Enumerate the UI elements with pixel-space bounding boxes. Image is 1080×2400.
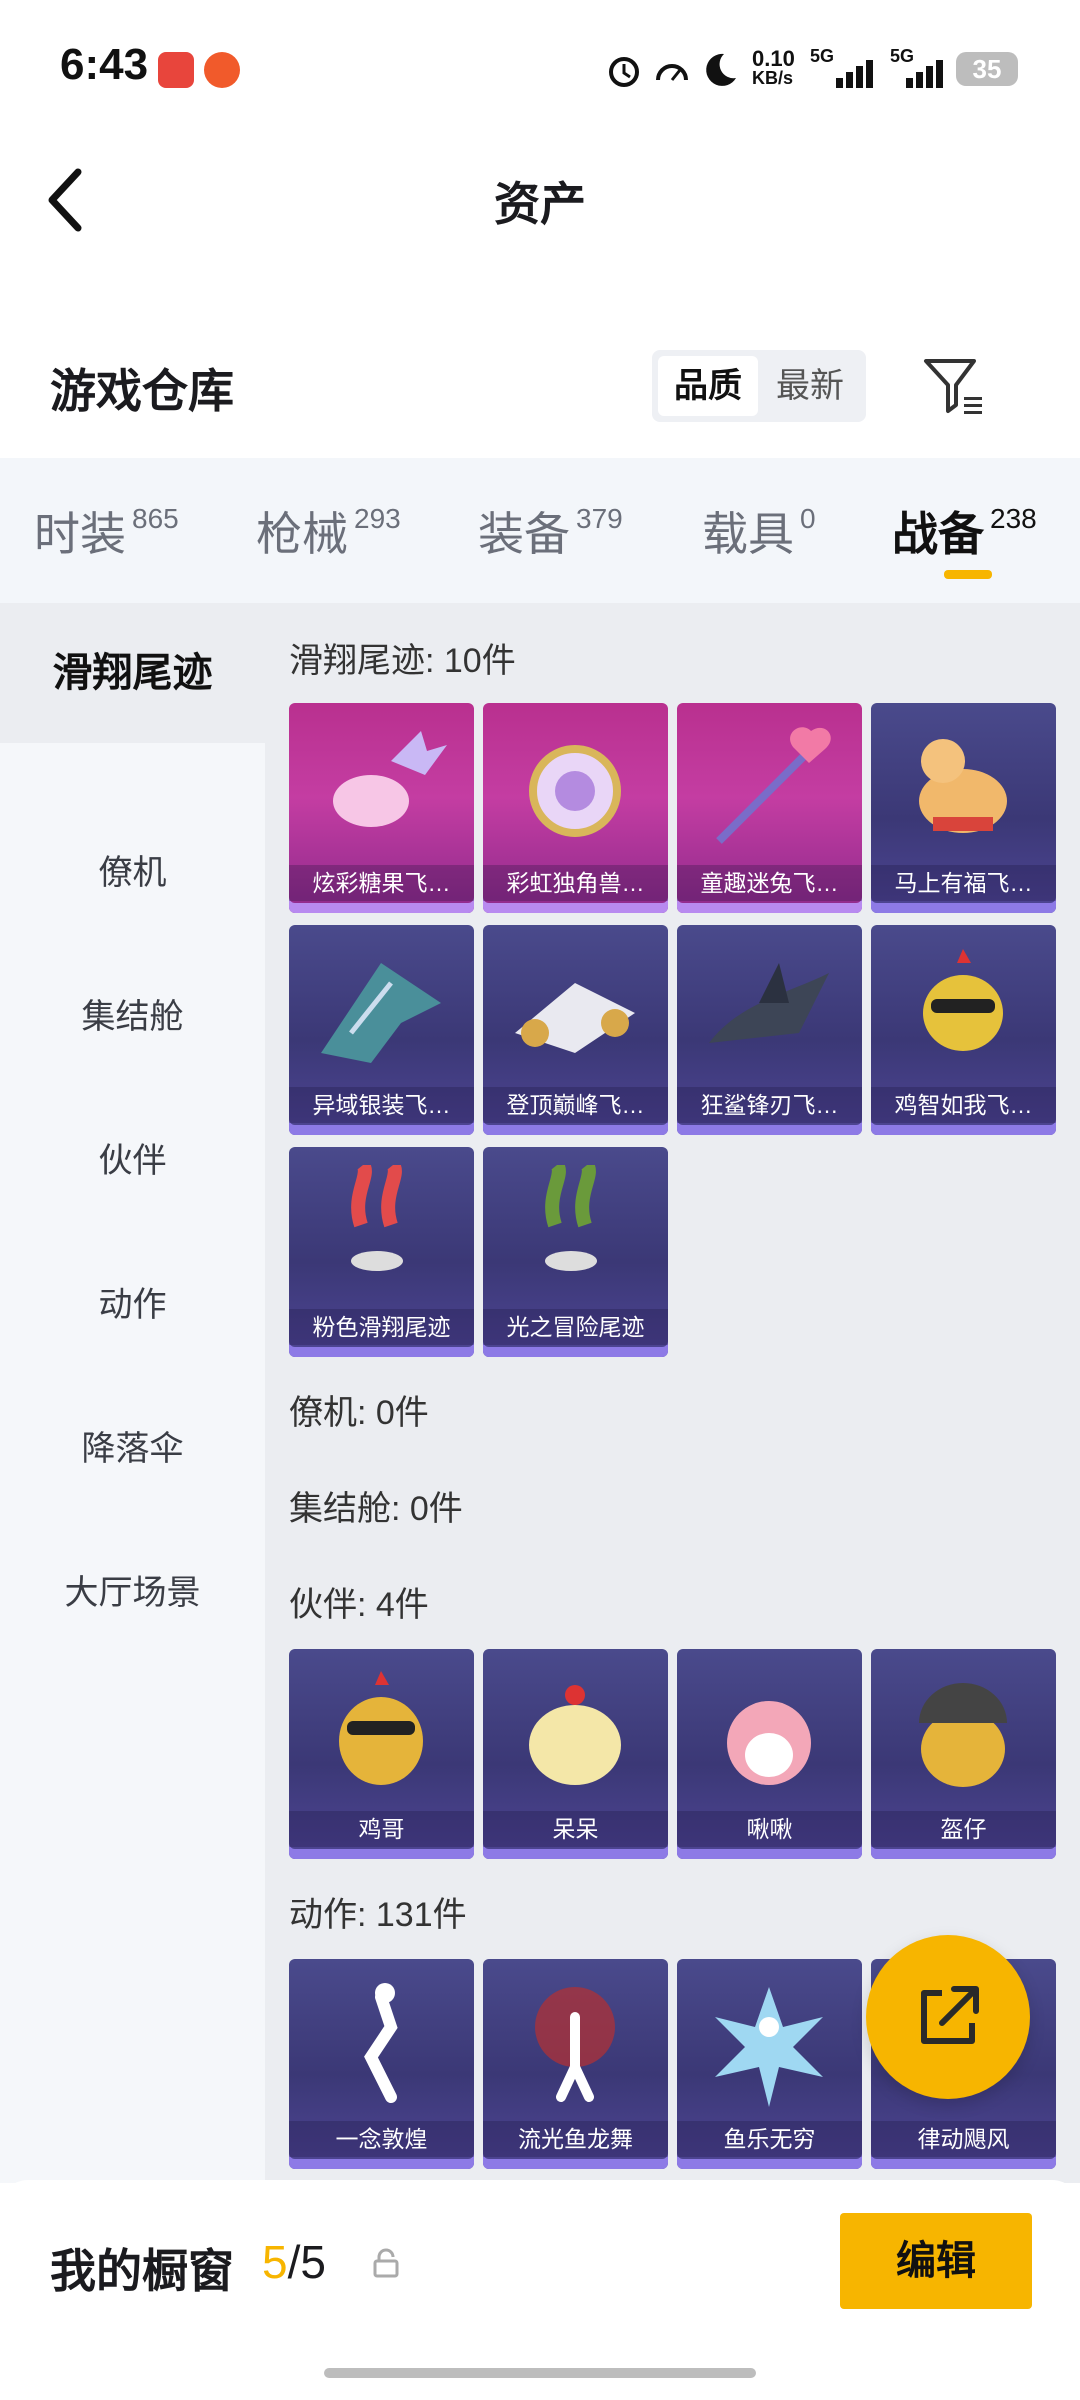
tab-war-prep[interactable]: 战备 238 (892, 498, 1037, 564)
item-card[interactable]: 鱼乐无穷 (677, 1959, 862, 2169)
category-tabs: 时装 865 枪械 293 装备 379 载具 0 战备 238 (0, 458, 1080, 603)
section-title-pod: 集结舱: 0件 (289, 1490, 463, 1528)
chick-partner-icon (529, 1685, 621, 1785)
item-name: 一念敦煌 (289, 2121, 474, 2157)
status-time: 6:43 (60, 40, 149, 89)
game-notification-icon (204, 52, 240, 88)
section-title-glide: 滑翔尾迹: 10件 (289, 642, 516, 680)
wand-glider-icon (716, 727, 831, 844)
section-title-wingman: 僚机: 0件 (289, 1394, 429, 1432)
sidebar-item-emote[interactable]: 动作 (0, 1255, 265, 1355)
item-card[interactable]: 童趣迷兔飞… (677, 703, 862, 913)
sort-toggle: 品质 最新 (652, 350, 866, 422)
item-card[interactable]: 啾啾 (677, 1649, 862, 1859)
chicken-partner-icon (339, 1671, 423, 1785)
sidebar-item-partner[interactable]: 伙伴 (0, 1111, 265, 1211)
sidebar-item-pod[interactable]: 集结舱 (0, 967, 265, 1067)
tab-vehicles[interactable]: 载具 0 (702, 498, 816, 564)
chicken-glider-icon (923, 949, 1003, 1051)
item-name: 鸡哥 (289, 1811, 474, 1847)
item-card[interactable]: 异域银装飞… (289, 925, 474, 1135)
horse-glider-icon (919, 739, 1007, 833)
item-card[interactable]: 炫彩糖果飞… (289, 703, 474, 913)
app-notification-icon (158, 52, 194, 88)
sidebar-item-parachute[interactable]: 降落伞 (0, 1399, 265, 1499)
tab-fashion[interactable]: 时装 865 (34, 498, 179, 564)
moon-icon (706, 53, 736, 86)
sidebar-item-lobby-scene[interactable]: 大厅场景 (0, 1543, 265, 1643)
item-card[interactable]: 一念敦煌 (289, 1959, 474, 2169)
section-title-emote: 动作: 131件 (289, 1896, 467, 1934)
item-card[interactable]: 彩虹独角兽… (483, 703, 668, 913)
fireworks-emote-icon (535, 1987, 615, 2102)
sidebar-item-wingman[interactable]: 僚机 (0, 823, 265, 923)
filter-icon[interactable] (922, 355, 986, 419)
item-card[interactable]: 盔仔 (871, 1649, 1056, 1859)
showcase-label: 我的橱窗 (50, 2245, 234, 2297)
item-card[interactable]: 流光鱼龙舞 (483, 1959, 668, 2169)
peak-glider-icon (515, 983, 635, 1053)
item-name: 粉色滑翔尾迹 (289, 1309, 474, 1345)
item-card[interactable]: 粉色滑翔尾迹 (289, 1147, 474, 1357)
page-title: 资产 (494, 178, 586, 230)
item-name: 盔仔 (871, 1811, 1056, 1847)
signal-icon (836, 60, 873, 88)
item-name: 马上有福飞… (871, 865, 1056, 901)
item-name: 童趣迷兔飞… (677, 865, 862, 901)
item-name: 狂鲨锋刃飞… (677, 1087, 862, 1123)
lock-icon[interactable] (372, 2248, 400, 2278)
item-name: 登顶巅峰飞… (483, 1087, 668, 1123)
item-card[interactable]: 鸡智如我飞… (871, 925, 1056, 1135)
unicorn-glider-icon (529, 745, 621, 837)
item-name: 光之冒险尾迹 (483, 1309, 668, 1345)
helmet-partner-icon (919, 1683, 1007, 1787)
item-name: 鸡智如我飞… (871, 1087, 1056, 1123)
tab-equipment[interactable]: 装备 379 (478, 498, 623, 564)
speedometer-icon (656, 64, 688, 81)
item-name: 异域银装飞… (289, 1087, 474, 1123)
item-name: 流光鱼龙舞 (483, 2121, 668, 2157)
section-title-partner: 伙伴: 4件 (289, 1586, 429, 1624)
item-name: 炫彩糖果飞… (289, 865, 474, 901)
active-tab-indicator (944, 570, 992, 579)
bird-partner-icon (727, 1701, 811, 1785)
shark-glider-icon (709, 963, 829, 1043)
share-button[interactable] (866, 1935, 1030, 2099)
silver-glider-icon (321, 963, 441, 1063)
signal-icon (906, 60, 943, 88)
light-trail-icon (545, 1165, 597, 1271)
tab-firearms[interactable]: 枪械 293 (256, 498, 401, 564)
warehouse-title: 游戏仓库 (50, 365, 234, 417)
sort-quality-button[interactable]: 品质 (658, 356, 758, 416)
status-bar: 6:43 0.10 KB/s 5G 5G 35 (0, 0, 1080, 140)
candy-glider-icon (333, 731, 447, 827)
item-name: 律动飓风 (871, 2121, 1056, 2157)
net-unit: KB/s (752, 68, 794, 88)
item-name: 鱼乐无穷 (677, 2121, 862, 2157)
sidebar: 滑翔尾迹 僚机 集结舱 伙伴 动作 降落伞 大厅场景 (0, 603, 265, 2183)
edit-button[interactable]: 编辑 (840, 2213, 1032, 2309)
splash-emote-icon (715, 1987, 823, 2107)
home-indicator[interactable] (324, 2368, 756, 2378)
item-card[interactable]: 呆呆 (483, 1649, 668, 1859)
alarm-icon (609, 57, 639, 87)
battery-indicator: 35 (956, 52, 1018, 86)
item-name: 呆呆 (483, 1811, 668, 1847)
sidebar-item-glide-trail[interactable]: 滑翔尾迹 (0, 603, 265, 743)
signal-label-1: 5G (810, 46, 835, 66)
item-card[interactable]: 登顶巅峰飞… (483, 925, 668, 1135)
dance-emote-icon (364, 1983, 398, 2103)
showcase-count: 5/5 (262, 2236, 326, 2288)
share-icon (921, 1986, 979, 2044)
item-card[interactable]: 光之冒险尾迹 (483, 1147, 668, 1357)
pink-trail-icon (351, 1165, 403, 1271)
item-card[interactable]: 马上有福飞… (871, 703, 1056, 913)
item-name: 啾啾 (677, 1811, 862, 1847)
sort-latest-button[interactable]: 最新 (760, 356, 860, 416)
item-name: 彩虹独角兽… (483, 865, 668, 901)
item-card[interactable]: 鸡哥 (289, 1649, 474, 1859)
item-card[interactable]: 狂鲨锋刃飞… (677, 925, 862, 1135)
